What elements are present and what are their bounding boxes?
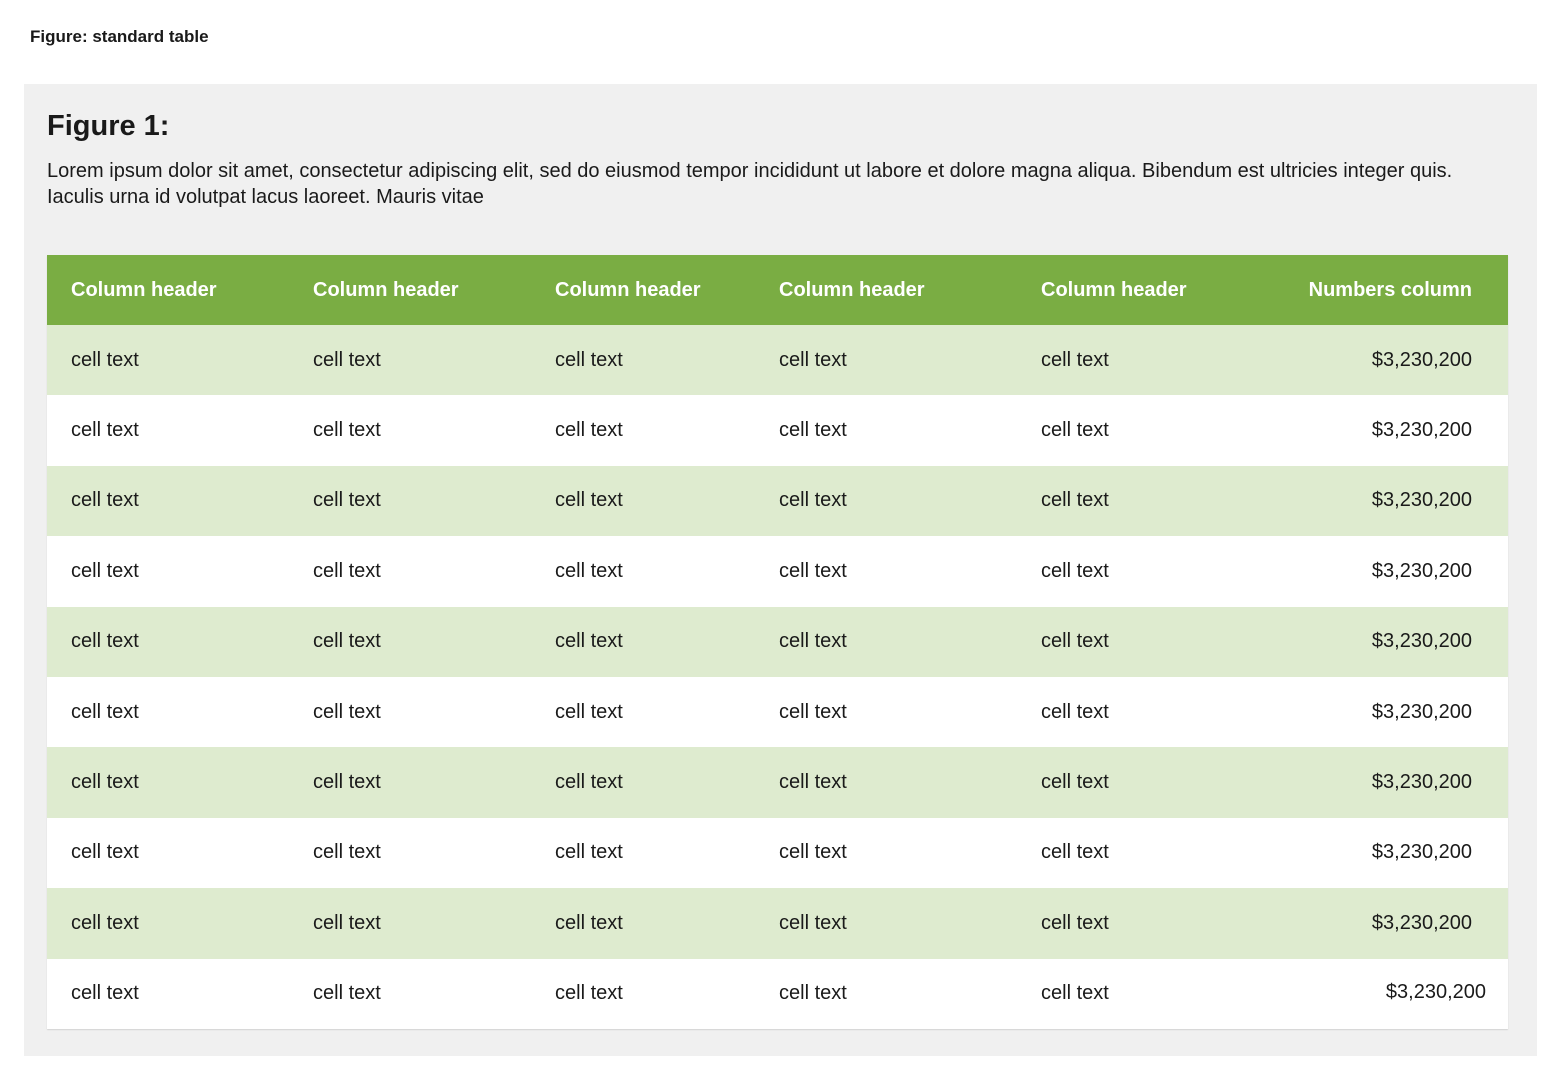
table-cell: cell text <box>779 982 847 1005</box>
column-header: Column header <box>779 278 925 301</box>
table-cell: cell text <box>1041 700 1109 723</box>
numbers-cell: $3,230,200 <box>1371 700 1472 723</box>
table-cell: cell text <box>555 700 623 723</box>
table-row: cell text cell text cell text cell text cell… <box>47 606 1508 677</box>
table-row: cell text cell text cell text cell text cell… <box>47 958 1508 1029</box>
table-cell: cell text <box>71 911 139 934</box>
table-cell: cell text <box>71 841 139 864</box>
table-cell: cell text <box>313 771 381 794</box>
table-cell: cell text <box>71 700 139 723</box>
table-cell: cell text <box>71 982 139 1005</box>
table-row: cell text cell text cell text cell text cell… <box>47 465 1508 537</box>
figure-panel: Figure 1: Lorem ipsum dolor sit amet, co… <box>24 84 1537 1056</box>
column-header: Column header <box>555 278 701 301</box>
table-cell: cell text <box>1041 771 1109 794</box>
table-row: cell text cell text cell text cell text cell… <box>47 325 1508 396</box>
table-cell: cell text <box>1041 982 1109 1005</box>
table-cell: cell text <box>71 419 139 442</box>
table-row: cell text cell text cell text cell text cell… <box>47 536 1508 607</box>
table-cell: cell text <box>313 841 381 864</box>
table-cell: cell text <box>313 348 381 371</box>
table-cell: cell text <box>71 348 139 371</box>
table-cell: cell text <box>555 911 623 934</box>
table-cell: cell text <box>71 489 139 512</box>
figure-title: Figure 1: <box>47 110 170 142</box>
table-cell: cell text <box>779 700 847 723</box>
table-cell: cell text <box>779 419 847 442</box>
table-cell: cell text <box>1041 841 1109 864</box>
table-cell: cell text <box>555 771 623 794</box>
table-cell: cell text <box>779 559 847 582</box>
table-cell: cell text <box>555 630 623 653</box>
page-label: Figure: standard table <box>30 27 209 46</box>
table-cell: cell text <box>313 911 381 934</box>
table-row: cell text cell text cell text cell text cell… <box>47 395 1508 466</box>
table-cell: cell text <box>779 841 847 864</box>
table-cell: cell text <box>313 419 381 442</box>
table-cell: cell text <box>313 982 381 1005</box>
table-cell: cell text <box>555 841 623 864</box>
table-cell: cell text <box>555 982 623 1005</box>
table-cell: cell text <box>1041 559 1109 582</box>
numbers-cell: $3,230,200 <box>1371 630 1472 653</box>
table-cell: cell text <box>71 559 139 582</box>
figure-description: Lorem ipsum dolor sit amet, consectetur … <box>47 160 1453 208</box>
table-cell: cell text <box>1041 348 1109 371</box>
table-cell: cell text <box>779 630 847 653</box>
table-cell: cell text <box>779 348 847 371</box>
column-header: Column header <box>1041 278 1187 301</box>
numbers-cell: $3,230,200 <box>1371 911 1472 934</box>
table-body: cell text cell text cell text cell text cell… <box>47 325 1508 1029</box>
table-header-row: Column header Column header Column heade… <box>47 255 1508 325</box>
numbers-cell: $3,230,200 <box>1371 771 1472 794</box>
numbers-cell: $3,230,200 <box>1371 489 1472 512</box>
table-cell: cell text <box>313 700 381 723</box>
table-cell: cell text <box>1041 489 1109 512</box>
table-cell: cell text <box>71 771 139 794</box>
table-cell: cell text <box>313 630 381 653</box>
table-cell: cell text <box>779 771 847 794</box>
table-row: cell text cell text cell text cell text cell… <box>47 817 1508 889</box>
numbers-column-header: Numbers column <box>1308 278 1472 301</box>
numbers-cell: $3,230,200 <box>1371 348 1472 371</box>
data-table: Column header Column header Column heade… <box>47 255 1508 1029</box>
table-cell: cell text <box>71 630 139 653</box>
table-row: cell text cell text cell text cell text cell… <box>47 888 1508 959</box>
table-cell: cell text <box>555 489 623 512</box>
numbers-cell: $3,230,200 <box>1371 559 1472 582</box>
numbers-cell: $3,230,200 <box>1371 841 1472 864</box>
table-cell: cell text <box>555 419 623 442</box>
table-cell: cell text <box>779 489 847 512</box>
table-cell: cell text <box>313 489 381 512</box>
table-cell: cell text <box>313 559 381 582</box>
table-row: cell text cell text cell text cell text cell… <box>47 676 1508 748</box>
numbers-cell: $3,230,200 <box>1371 419 1472 442</box>
table-row: cell text cell text cell text cell text cell… <box>47 747 1508 818</box>
numbers-cell: $3,230,200 <box>1385 980 1486 1003</box>
column-header: Column header <box>313 278 459 301</box>
column-header: Column header <box>71 278 217 301</box>
table-cell: cell text <box>1041 911 1109 934</box>
table-cell: cell text <box>1041 630 1109 653</box>
table-cell: cell text <box>555 348 623 371</box>
table-cell: cell text <box>779 911 847 934</box>
table-cell: cell text <box>1041 419 1109 442</box>
table-cell: cell text <box>555 559 623 582</box>
